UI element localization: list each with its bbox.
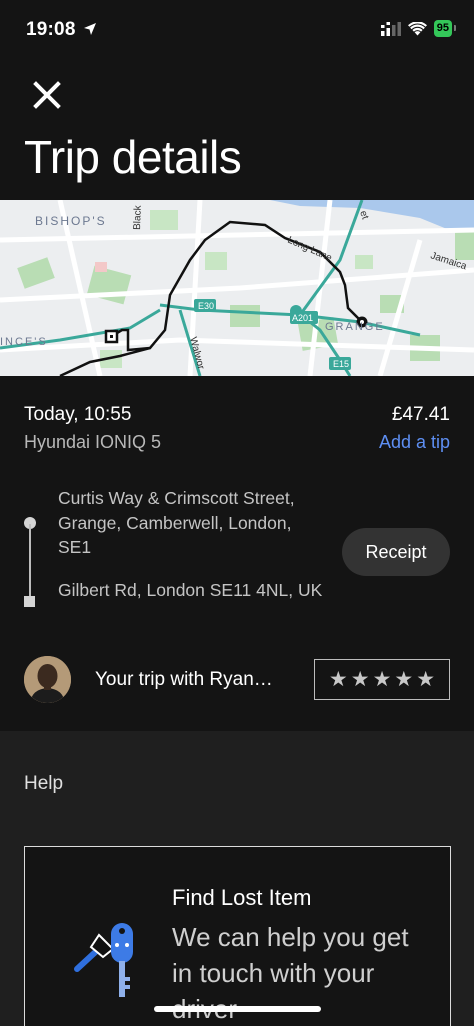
- star-icon[interactable]: ★: [351, 669, 370, 690]
- pickup-address: Curtis Way & Crimscott Street, Grange, C…: [58, 488, 295, 557]
- help-section: Help Find Lost Item We can help you get …: [0, 731, 474, 1026]
- driver-avatar: [24, 656, 71, 703]
- card-title: Find Lost Item: [172, 885, 312, 910]
- star-icon[interactable]: ★: [329, 669, 348, 690]
- trip-map[interactable]: BISHOP'S Black et Long Lane Jamaica E30 …: [0, 200, 474, 376]
- status-icons: 95: [380, 20, 457, 37]
- map-canvas: BISHOP'S Black et Long Lane Jamaica E30 …: [0, 200, 474, 376]
- battery-icon: 95: [433, 20, 457, 37]
- map-label-e30: E30: [198, 301, 214, 311]
- map-label-e15: E15: [333, 359, 349, 369]
- rating-stars[interactable]: ★ ★ ★ ★ ★: [314, 659, 450, 700]
- driver-row[interactable]: Your trip with Ryan… ★ ★ ★ ★ ★: [0, 656, 474, 704]
- add-tip-link[interactable]: Add a tip: [379, 432, 450, 453]
- dropoff-address: Gilbert Rd, London SE11 4NL, UK: [58, 580, 323, 600]
- star-icon[interactable]: ★: [416, 669, 435, 690]
- receipt-button[interactable]: Receipt: [342, 528, 450, 576]
- home-indicator[interactable]: [154, 1006, 321, 1012]
- map-label-bishops: BISHOP'S: [35, 214, 107, 228]
- wifi-icon: [407, 21, 427, 35]
- dropoff-square-icon: [24, 596, 35, 607]
- map-label-blackfriars: Black: [132, 204, 144, 230]
- trip-summary: Today, 10:55 Hyundai IONIQ 5 £47.41 Add …: [0, 376, 474, 731]
- signal-icon: [380, 21, 401, 36]
- vehicle-name: Hyundai IONIQ 5: [24, 432, 162, 452]
- close-icon[interactable]: [28, 76, 66, 114]
- trip-fare: £47.41: [391, 404, 450, 425]
- route-connector: [29, 524, 31, 600]
- find-lost-item-card[interactable]: Find Lost Item We can help you get in to…: [24, 846, 451, 1026]
- status-bar: 19:08 95: [0, 0, 474, 60]
- map-label-a201: A201: [292, 313, 313, 323]
- page-title: Trip details: [24, 131, 242, 183]
- star-icon[interactable]: ★: [394, 669, 413, 690]
- status-time: 19:08: [26, 19, 76, 40]
- map-label-ince: INCE'S: [0, 336, 48, 348]
- help-title: Help: [24, 773, 64, 794]
- keys-icon: [74, 923, 133, 997]
- location-arrow-icon: [84, 23, 96, 35]
- map-label-grange: GRANGE: [325, 321, 385, 333]
- driver-trip-text: Your trip with Ryan…: [95, 669, 273, 690]
- trip-date: Today, 10:55: [24, 404, 132, 425]
- star-icon[interactable]: ★: [373, 669, 392, 690]
